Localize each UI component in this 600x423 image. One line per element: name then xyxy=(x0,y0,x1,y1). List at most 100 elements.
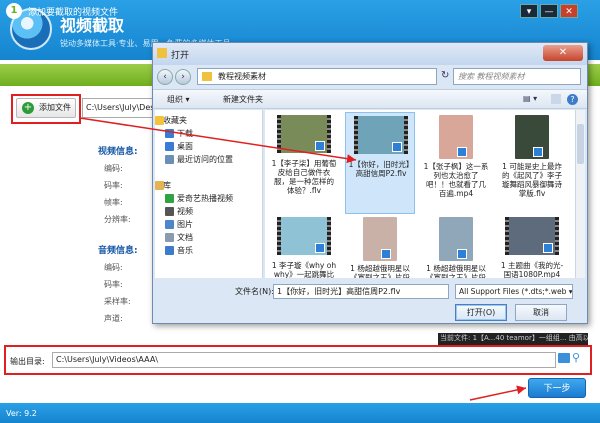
highlight-box-add-file xyxy=(11,94,81,124)
step-label: 添加要截取的视频文件 xyxy=(28,8,119,18)
sidebar-item-label: 音乐 xyxy=(177,246,193,255)
dialog-close-button[interactable]: ✕ xyxy=(543,45,583,61)
filmstrip-left xyxy=(277,217,281,255)
source-path-field[interactable]: C:\Users\July\Desk xyxy=(82,98,162,118)
forward-button[interactable]: › xyxy=(175,69,191,85)
file-tile[interactable]: 1 杨超越俄明星以《寡剧之王》片段告别，好特 xyxy=(421,214,491,278)
address-bar[interactable]: 教程视频素材 xyxy=(197,68,437,85)
address-text: 教程视频素材 xyxy=(218,72,266,81)
sidebar-item[interactable]: 库 xyxy=(155,179,262,192)
video-file-icon xyxy=(457,147,467,157)
sidebar-item-icon xyxy=(155,181,164,190)
new-folder-button[interactable]: 新建文件夹 xyxy=(223,94,263,105)
filmstrip-left xyxy=(277,115,281,153)
arrow-to-next xyxy=(469,385,527,401)
video-thumbnail xyxy=(505,217,559,255)
minimize-button[interactable]: — xyxy=(540,4,558,18)
file-grid: 1【李子柒】用葡萄皮给自己做件衣服，是一种怎样的体验？.flv 1【你好，旧时光】… xyxy=(265,110,575,278)
organize-menu[interactable]: 组织 ▾ xyxy=(167,94,190,105)
filmstrip-right xyxy=(555,217,559,255)
filmstrip-right xyxy=(404,116,408,154)
sidebar-item[interactable]: 下载 xyxy=(155,127,262,140)
video-thumbnail xyxy=(439,115,473,159)
sidebar-item-label: 文档 xyxy=(177,233,193,242)
filename-input[interactable]: 1【你好，旧时光】高甜信周P2.flv xyxy=(273,284,449,299)
file-name: 1【李子柒】用葡萄皮给自己做件衣服，是一种怎样的体验？.flv xyxy=(271,159,337,195)
sidebar-item-icon xyxy=(165,246,174,255)
filmstrip-right xyxy=(327,115,331,153)
step-number: 1 xyxy=(6,3,22,19)
file-tile[interactable]: 1 可能是史上最炸的《起风了》李子璇舞蹈风暴御舞诗掌版.flv xyxy=(497,112,567,214)
sidebar-item-label: 视频 xyxy=(177,207,193,216)
video-file-icon xyxy=(315,141,325,151)
highlight-box-output xyxy=(4,345,592,375)
video-file-icon xyxy=(533,147,543,157)
video-file-icon xyxy=(392,142,402,152)
sidebar-item[interactable]: 文档 xyxy=(155,231,262,244)
file-tile[interactable]: 1 主题曲《我的光-国语1080P.mp4 xyxy=(497,214,567,278)
file-name: 1 主题曲《我的光-国语1080P.mp4 xyxy=(500,261,564,278)
dialog-search-input[interactable]: 搜索 教程视频素材 xyxy=(453,68,581,85)
scrollbar-thumb[interactable] xyxy=(577,124,584,164)
file-name: 1 可能是史上最炸的《起风了》李子璇舞蹈风暴御舞诗掌版.flv xyxy=(502,162,562,198)
video-file-icon xyxy=(315,243,325,253)
sidebar-item-label: 桌面 xyxy=(177,142,193,151)
file-tile[interactable]: 1 杨超越俄明星以《寡剧之王》片段告别，好特 xyxy=(345,214,415,278)
sidebar-item-icon xyxy=(155,116,164,125)
filmstrip-left xyxy=(505,217,509,255)
sidebar-item-icon xyxy=(165,129,174,138)
menu-dropdown-button[interactable]: ▾ xyxy=(520,4,538,18)
file-tile[interactable]: 1 李子璇《why oh why》一起跳舞比耶吧~.flv xyxy=(269,214,339,278)
filmstrip-right xyxy=(327,217,331,255)
folder-icon xyxy=(157,48,167,58)
sidebar-item[interactable]: 桌面 xyxy=(155,140,262,153)
file-name: 1 杨超越俄明星以《寡剧之王》片段告别，好特 xyxy=(350,264,410,278)
sidebar-item-icon xyxy=(165,220,174,229)
video-thumbnail xyxy=(354,116,408,154)
footer-bar xyxy=(0,403,600,423)
version-label: Ver: 9.2 xyxy=(6,409,37,418)
close-button[interactable]: ✕ xyxy=(560,4,578,18)
video-thumbnail xyxy=(277,217,331,255)
dialog-title: 打开 xyxy=(171,51,190,61)
dialog-toolbar: 组织 ▾ 新建文件夹 ▤ ▾ ? xyxy=(153,89,587,109)
sidebar-item[interactable]: 音乐 xyxy=(155,244,262,257)
preview-pane-icon[interactable] xyxy=(551,94,561,104)
video-file-icon xyxy=(381,249,391,259)
file-name: 1【你好，旧时光】高甜信周P2.flv xyxy=(348,160,414,178)
refresh-icon[interactable]: ↻ xyxy=(441,70,449,81)
filetype-select[interactable]: All Support Files (*.dts;*.web ▾ xyxy=(455,284,573,299)
file-tile[interactable]: 1【李子柒】用葡萄皮给自己做件衣服，是一种怎样的体验？.flv xyxy=(269,112,339,214)
video-file-icon xyxy=(457,249,467,259)
sidebar-item-label: 爱奇艺热播视频 xyxy=(177,194,233,203)
next-step-button[interactable]: 下一步 xyxy=(528,378,586,398)
current-file-status: 当前文件: 1【A...40 teamor】一组组... 由高以 xyxy=(438,333,588,345)
sidebar-item[interactable]: 收藏夹 xyxy=(155,114,262,127)
open-button[interactable]: 打开(O) xyxy=(455,304,507,321)
video-thumbnail xyxy=(439,217,473,261)
filmstrip-left xyxy=(354,116,358,154)
dialog-sidebar: 收藏夹 下载桌面最近访问的位置库爱奇艺热播视频 视频图片文档音乐 xyxy=(155,110,263,278)
sidebar-item-icon xyxy=(165,194,174,203)
dialog-titlebar: 打开 ✕ xyxy=(153,43,587,65)
sidebar-item-label: 最近访问的位置 xyxy=(177,155,233,164)
video-file-icon xyxy=(543,243,553,253)
file-tile[interactable]: 1【你好，旧时光】高甜信周P2.flv xyxy=(345,112,415,214)
sidebar-item-label: 图片 xyxy=(177,220,193,229)
back-button[interactable]: ‹ xyxy=(157,69,173,85)
sidebar-item[interactable]: 爱奇艺热播视频 xyxy=(155,192,262,205)
filename-label: 文件名(N): xyxy=(235,287,274,296)
dialog-nav-bar: ‹ › 教程视频素材 ↻ 搜索 教程视频素材 xyxy=(153,65,587,89)
file-grid-scrollbar[interactable] xyxy=(575,110,585,278)
sidebar-item-icon xyxy=(165,155,174,164)
sidebar-item[interactable]: 图片 xyxy=(155,218,262,231)
view-options-icon[interactable]: ▤ ▾ xyxy=(523,94,537,103)
file-name: 1【张子枫】这一系列也太治愈了吧！！也就看了几百遍.mp4 xyxy=(423,162,489,198)
sidebar-item[interactable]: 最近访问的位置 xyxy=(155,153,262,166)
cancel-button[interactable]: 取消 xyxy=(515,304,567,321)
help-icon[interactable]: ? xyxy=(567,94,578,105)
sidebar-item[interactable]: 视频 xyxy=(155,205,262,218)
sidebar-item-label: 库 xyxy=(163,181,171,190)
file-tile[interactable]: 1【张子枫】这一系列也太治愈了吧！！也就看了几百遍.mp4 xyxy=(421,112,491,214)
